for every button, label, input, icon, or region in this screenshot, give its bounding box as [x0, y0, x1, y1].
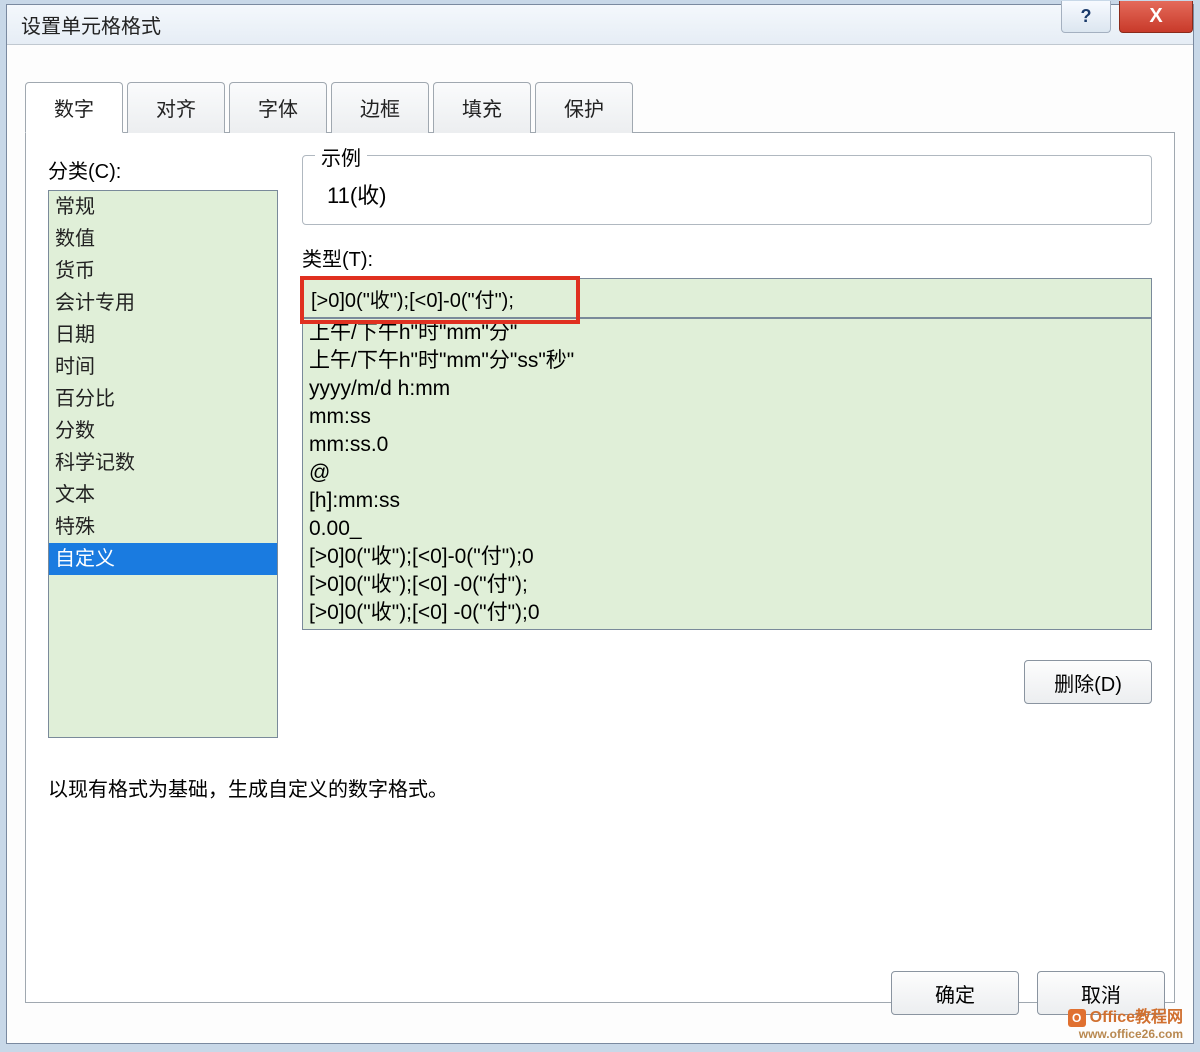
- ok-button[interactable]: 确定: [891, 971, 1019, 1015]
- type-option[interactable]: [>0]0("收");[<0]-0("付");0: [309, 543, 1145, 571]
- category-item-percentage[interactable]: 百分比: [49, 383, 277, 415]
- delete-row: 删除(D): [302, 660, 1152, 704]
- types-listbox[interactable]: 上午/下午h"时"mm"分" 上午/下午h"时"mm"分"ss"秒" yyyy/…: [302, 318, 1152, 630]
- tab-number[interactable]: 数字: [25, 82, 123, 133]
- tab-strip: 数字 对齐 字体 边框 填充 保护: [25, 81, 1175, 133]
- category-label: 分类(C):: [48, 155, 288, 184]
- type-option[interactable]: @: [309, 459, 1145, 487]
- type-option[interactable]: [>0]0("收");[<0] -0("付");0: [309, 599, 1145, 627]
- tab-fill[interactable]: 填充: [433, 82, 531, 133]
- category-item-fraction[interactable]: 分数: [49, 415, 277, 447]
- category-item-number[interactable]: 数值: [49, 223, 277, 255]
- category-item-time[interactable]: 时间: [49, 351, 277, 383]
- tab-protection[interactable]: 保护: [535, 82, 633, 133]
- type-option[interactable]: [>0]0("收");[<0] -0("付");: [309, 571, 1145, 599]
- type-option[interactable]: 0.00_: [309, 515, 1145, 543]
- type-option[interactable]: [h]:mm:ss: [309, 487, 1145, 515]
- type-option[interactable]: mm:ss: [309, 403, 1145, 431]
- category-listbox[interactable]: 常规 数值 货币 会计专用 日期 时间 百分比 分数 科学记数 文本 特殊 自定…: [48, 190, 278, 738]
- type-input[interactable]: [302, 278, 1152, 318]
- type-input-wrap: [302, 278, 1152, 318]
- category-item-scientific[interactable]: 科学记数: [49, 447, 277, 479]
- close-button[interactable]: X: [1119, 1, 1193, 33]
- footer-buttons: 确定 取消: [891, 971, 1165, 1015]
- watermark-sub: www.office26.com: [1068, 1027, 1183, 1041]
- category-item-date[interactable]: 日期: [49, 319, 277, 351]
- content-area: 数字 对齐 字体 边框 填充 保护 分类(C): 常规 数值 货币 会计专用 日…: [7, 81, 1193, 1021]
- type-option[interactable]: mm:ss.0: [309, 431, 1145, 459]
- cancel-button[interactable]: 取消: [1037, 971, 1165, 1015]
- details-column: 示例 11(收) 类型(T): 上午/下午h"时"mm"分" 上午/下午h"时"…: [302, 155, 1152, 704]
- type-option[interactable]: 上午/下午h"时"mm"分": [309, 319, 1145, 347]
- number-panel: 分类(C): 常规 数值 货币 会计专用 日期 时间 百分比 分数 科学记数 文…: [25, 133, 1175, 1003]
- dialog-title: 设置单元格格式: [21, 10, 161, 39]
- category-item-custom[interactable]: 自定义: [49, 543, 277, 575]
- category-item-special[interactable]: 特殊: [49, 511, 277, 543]
- close-icon: X: [1149, 5, 1162, 28]
- tab-alignment[interactable]: 对齐: [127, 82, 225, 133]
- type-option[interactable]: 上午/下午h"时"mm"分"ss"秒": [309, 347, 1145, 375]
- category-item-general[interactable]: 常规: [49, 191, 277, 223]
- hint-text: 以现有格式为基础，生成自定义的数字格式。: [48, 773, 448, 802]
- titlebar: 设置单元格格式 ? X: [7, 5, 1193, 45]
- category-item-accounting[interactable]: 会计专用: [49, 287, 277, 319]
- sample-group: 示例 11(收): [302, 155, 1152, 225]
- sample-legend: 示例: [315, 142, 367, 171]
- sample-value: 11(收): [319, 178, 1135, 210]
- type-option[interactable]: yyyy/m/d h:mm: [309, 375, 1145, 403]
- tab-font[interactable]: 字体: [229, 82, 327, 133]
- format-cells-dialog: 设置单元格格式 ? X 数字 对齐 字体 边框 填充 保护 分类(C): 常规 …: [6, 4, 1194, 1044]
- category-item-text[interactable]: 文本: [49, 479, 277, 511]
- help-icon: ?: [1081, 6, 1092, 27]
- category-item-currency[interactable]: 货币: [49, 255, 277, 287]
- delete-button[interactable]: 删除(D): [1024, 660, 1152, 704]
- help-button[interactable]: ?: [1061, 1, 1111, 33]
- category-column: 分类(C): 常规 数值 货币 会计专用 日期 时间 百分比 分数 科学记数 文…: [48, 155, 288, 738]
- titlebar-buttons: ? X: [1061, 1, 1193, 33]
- tab-border[interactable]: 边框: [331, 82, 429, 133]
- type-label: 类型(T):: [302, 243, 1152, 272]
